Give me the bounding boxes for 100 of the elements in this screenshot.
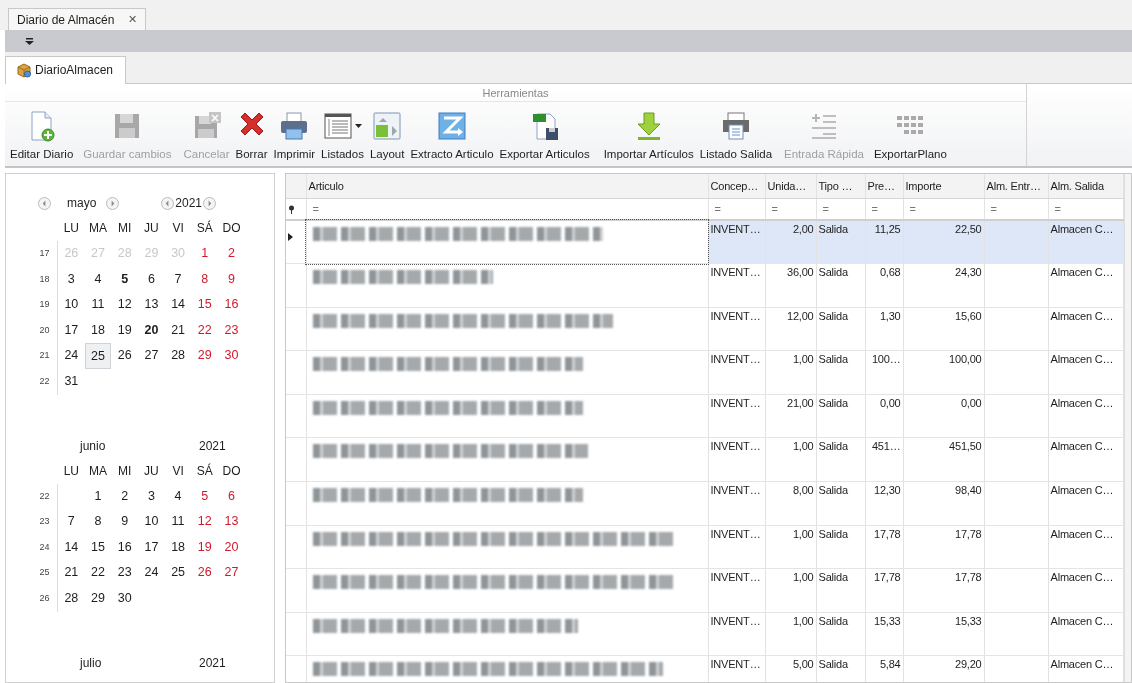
toolbar-button[interactable]: Borrar [232, 109, 271, 166]
calendar-day[interactable]: 27 [218, 560, 245, 586]
calendar-day[interactable]: 21 [164, 317, 192, 344]
filter-cell[interactable]: = [905, 202, 916, 215]
calendar-day[interactable]: 7 [164, 266, 192, 293]
calendar-day[interactable]: 26 [191, 560, 219, 586]
calendar-day[interactable]: 6 [138, 266, 165, 293]
filter-pin-icon[interactable] [288, 205, 295, 215]
calendar-day[interactable]: 19 [191, 534, 219, 561]
calendar-day[interactable]: 28 [58, 585, 85, 612]
month-label: julio [80, 654, 103, 672]
filter-cell[interactable]: = [308, 202, 319, 215]
calendar-day[interactable]: 3 [138, 483, 165, 510]
toolbar-button[interactable]: Importar Artículos [600, 109, 697, 166]
toolbar-button[interactable]: ExportarPlano [870, 109, 950, 166]
toolbar-button[interactable]: Extracto Articulo [407, 109, 497, 166]
calendar-day[interactable]: 13 [218, 509, 245, 535]
dropdown-icon[interactable] [25, 37, 34, 45]
calendar-day[interactable]: 12 [111, 292, 139, 318]
calendar-day[interactable]: 16 [111, 534, 139, 561]
column-header[interactable]: Pre… [865, 174, 903, 198]
previous-icon[interactable] [38, 196, 51, 210]
calendar-day[interactable]: 15 [84, 534, 112, 561]
filter-cell[interactable]: = [867, 202, 878, 215]
calendar-day[interactable]: 11 [84, 292, 112, 318]
table-cell: 1,30 [865, 307, 903, 351]
calendar-day[interactable]: 8 [84, 509, 112, 535]
column-header[interactable]: Importe [903, 174, 984, 198]
toolbar-button[interactable]: Exportar Articulos [496, 109, 593, 166]
close-button[interactable]: ✕ [128, 11, 138, 28]
calendar-day[interactable]: 17 [138, 534, 165, 561]
calendar-day[interactable]: 6 [218, 483, 245, 510]
calendar-day[interactable]: 29 [191, 343, 219, 369]
calendar-day[interactable]: 1 [191, 241, 219, 267]
filter-cell[interactable]: = [818, 202, 829, 215]
document-tab[interactable]: Diario de Almacén ✕ [8, 8, 147, 30]
calendar-day[interactable]: 22 [84, 560, 112, 586]
ribbon-tab[interactable]: DiarioAlmacen [5, 56, 127, 84]
calendar-day[interactable]: 18 [164, 534, 192, 561]
calendar-day[interactable]: 16 [218, 292, 245, 318]
calendar-day[interactable]: 19 [111, 317, 139, 344]
calendar-day[interactable]: 7 [58, 509, 85, 535]
calendar-day[interactable]: 10 [138, 509, 165, 535]
toolbar-button[interactable]: Listados [318, 109, 367, 166]
filter-cell[interactable]: = [767, 202, 778, 215]
calendar-day[interactable]: 28 [164, 343, 192, 369]
column-header[interactable]: Tipo … [816, 174, 865, 198]
calendar-day[interactable]: 14 [58, 534, 85, 561]
calendar-day[interactable]: 9 [111, 509, 139, 535]
calendar-day[interactable]: 5 [191, 483, 219, 510]
calendar-day[interactable]: 2 [111, 483, 139, 510]
toolbar-button[interactable]: Editar Diario [7, 109, 77, 166]
calendar-day[interactable]: 27 [138, 343, 165, 369]
calendar-day[interactable]: 3 [58, 266, 85, 293]
calendar-day[interactable]: 21 [58, 560, 85, 586]
calendar-day[interactable]: 25 [164, 560, 192, 586]
calendar-day[interactable]: 31 [58, 368, 85, 395]
column-header[interactable]: Concep… [708, 174, 765, 198]
calendar-day[interactable]: 12 [191, 509, 219, 535]
calendar-day[interactable]: 4 [164, 483, 192, 510]
calendar-day[interactable]: 5 [111, 266, 139, 293]
filter-cell[interactable]: = [710, 202, 721, 215]
weekday-label: SÁ [195, 219, 214, 237]
calendar-day[interactable]: 10 [58, 292, 85, 318]
calendar-day[interactable]: 20 [138, 317, 165, 344]
calendar-day[interactable]: 13 [138, 292, 165, 318]
calendar-day[interactable]: 2 [218, 241, 245, 267]
calendar-day[interactable]: 11 [164, 509, 192, 535]
column-header[interactable]: Alm. Salida [1048, 174, 1123, 198]
toolbar-button[interactable]: Imprimir [270, 109, 319, 166]
calendar-day[interactable]: 22 [191, 317, 219, 344]
toolbar-button[interactable]: Layout [366, 109, 408, 166]
calendar-day[interactable]: 30 [218, 343, 245, 369]
calendar-day[interactable]: 9 [218, 266, 245, 293]
column-header[interactable]: Unida… [765, 174, 816, 198]
scrollbar[interactable] [1123, 174, 1131, 682]
next-icon[interactable] [203, 196, 217, 210]
toolbar-button[interactable]: Listado Salida [696, 109, 776, 166]
calendar-day[interactable]: 23 [111, 560, 139, 586]
column-header[interactable]: Alm. Entr… [984, 174, 1048, 198]
filter-cell[interactable]: = [1050, 202, 1061, 215]
calendar-day[interactable]: 24 [138, 560, 165, 586]
calendar-day[interactable]: 18 [84, 317, 112, 344]
calendar-day[interactable]: 25 [84, 343, 112, 369]
calendar-day[interactable]: 30 [111, 585, 139, 612]
calendar-day[interactable]: 14 [164, 292, 192, 318]
calendar-day[interactable]: 15 [191, 292, 219, 318]
calendar-day[interactable]: 23 [218, 317, 245, 344]
calendar-day[interactable]: 1 [84, 483, 112, 510]
calendar-day[interactable]: 26 [111, 343, 139, 369]
next-icon[interactable] [106, 196, 120, 210]
calendar-day[interactable]: 8 [191, 266, 219, 293]
previous-icon[interactable] [161, 196, 175, 210]
calendar-day[interactable]: 20 [218, 534, 245, 561]
column-header[interactable]: Articulo [306, 174, 708, 198]
calendar-day[interactable]: 17 [58, 317, 85, 344]
filter-cell[interactable]: = [986, 202, 997, 215]
calendar-day[interactable]: 29 [84, 585, 112, 612]
calendar-day[interactable]: 4 [84, 266, 112, 293]
calendar-day[interactable]: 24 [58, 343, 85, 369]
